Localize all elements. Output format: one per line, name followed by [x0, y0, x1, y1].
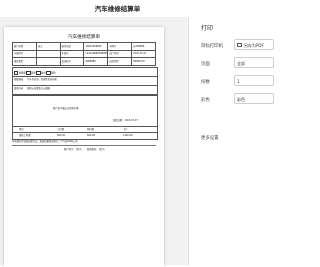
option-label: 首保	[31, 71, 36, 75]
color-value: 彩色	[237, 96, 245, 102]
table-cell: 维修工时费	[19, 133, 31, 137]
table-cell: 1400.00	[123, 133, 133, 137]
description-box: 故障描述 汽车不启动，需要检查发动机 维修内容 更换火花塞及点火线圈 质保期 首…	[12, 67, 158, 95]
table-header-cell: 项目	[19, 128, 24, 131]
option-label: 保险	[51, 71, 56, 75]
footer-line: 客户签字：（签字） 服务顾问：（签字）	[64, 148, 107, 151]
preview-page: 汽车维修结算单 客户名称 张大 联系电话 18921568900 车牌号 苏A8…	[4, 27, 164, 267]
cell: 维修类别	[12, 57, 37, 66]
cell: LSVAA8888A8888888	[83, 49, 109, 59]
date-note: 结算日期：2020-07-07	[113, 119, 138, 122]
app-title: 汽车维修结算单	[94, 5, 141, 13]
cost-table: 项目 工时费 材料费 小计 维修工时费 800.00 600.00 1400.0…	[12, 126, 158, 140]
print-settings-panel: 打印 目标打印机 另存为PDF 页面 全部 份数 1 彩色 彩色 更多设置	[188, 17, 274, 265]
row-divider	[13, 132, 157, 133]
header-info-grid: 客户名称 张大 联系电话 18921568900 车牌号 苏A88888 车辆型…	[12, 42, 156, 66]
cell: 2020-07-07	[131, 49, 156, 59]
document-title: 汽车维修结算单	[67, 35, 101, 40]
table-cell: 600.00	[87, 133, 96, 137]
table-row: 客户名称 张大 联系电话 18921568900 车牌号 苏A88888	[12, 42, 156, 51]
cell	[35, 57, 61, 66]
table-header-cell: 小计	[123, 128, 128, 131]
cell: 苏A88888	[131, 42, 156, 51]
printer-icon	[237, 42, 242, 47]
footer-line: 本单据仅作维修结算凭证，维修质量保证期为三个月或5000公里	[12, 140, 78, 143]
customer-note: 客户签字确认已收到车辆	[53, 107, 79, 110]
option-row: 质保期 首保 返修 保险	[14, 70, 56, 75]
fault-label: 故障描述	[14, 77, 24, 81]
cell: 送修里程	[107, 57, 133, 66]
table-row: 维修类别 发动机号 8888888 送修里程 88888 KM	[12, 57, 156, 66]
cell: 18921568900	[83, 42, 109, 51]
print-preview-area[interactable]: 汽车维修结算单 客户名称 张大 联系电话 18921568900 车牌号 苏A8…	[0, 17, 188, 267]
cell: 88888 KM	[131, 57, 156, 66]
cell: 车辆型号	[12, 49, 37, 59]
color-label: 彩色	[201, 98, 210, 103]
copies-input[interactable]: 1	[234, 75, 274, 86]
panel-title: 打印	[201, 25, 214, 32]
table-cell: 800.00	[57, 133, 66, 137]
copies-label: 份数	[201, 80, 210, 85]
destination-label: 目标打印机	[201, 44, 223, 49]
destination-value: 另存为PDF	[244, 42, 264, 48]
repair-label: 维修内容	[14, 87, 24, 90]
cell: 车架号	[59, 49, 85, 59]
pages-label: 页面	[201, 62, 210, 67]
copies-value: 1	[237, 78, 240, 84]
cell	[35, 49, 61, 59]
checkbox-icon	[26, 70, 31, 75]
notes-box: 客户签字确认已收到车辆 结算日期：2020-07-07	[12, 95, 158, 127]
cell: 联系电话	[59, 42, 85, 51]
pages-value: 全部	[237, 60, 245, 66]
more-settings-link[interactable]: 更多设置	[201, 135, 219, 141]
top-bar: 汽车维修结算单	[0, 0, 265, 18]
option-label: 返修	[41, 71, 46, 75]
cell: 车牌号	[107, 42, 133, 51]
table-header-cell: 工时费	[57, 128, 64, 131]
color-select[interactable]: 彩色	[234, 93, 274, 104]
option-label: 质保期	[18, 71, 26, 75]
cell: 8888888	[83, 57, 109, 66]
cell: 客户名称	[12, 42, 37, 51]
divider	[12, 145, 156, 146]
fault-text: 汽车不启动，需要检查发动机	[27, 77, 57, 81]
cell: 进厂时间	[107, 49, 133, 59]
checkbox-icon	[46, 70, 51, 75]
repair-text: 更换火花塞及点火线圈	[27, 87, 50, 90]
cell: 发动机号	[59, 57, 85, 66]
checkbox-icon	[14, 70, 19, 75]
cell: 张大	[35, 42, 61, 51]
row-divider	[13, 85, 157, 86]
table-header-cell: 材料费	[87, 128, 94, 131]
table-row: 车辆型号 车架号 LSVAA8888A8888888 进厂时间 2020-07-…	[12, 49, 156, 59]
pages-select[interactable]: 全部	[234, 57, 274, 68]
checkbox-icon	[36, 70, 41, 75]
